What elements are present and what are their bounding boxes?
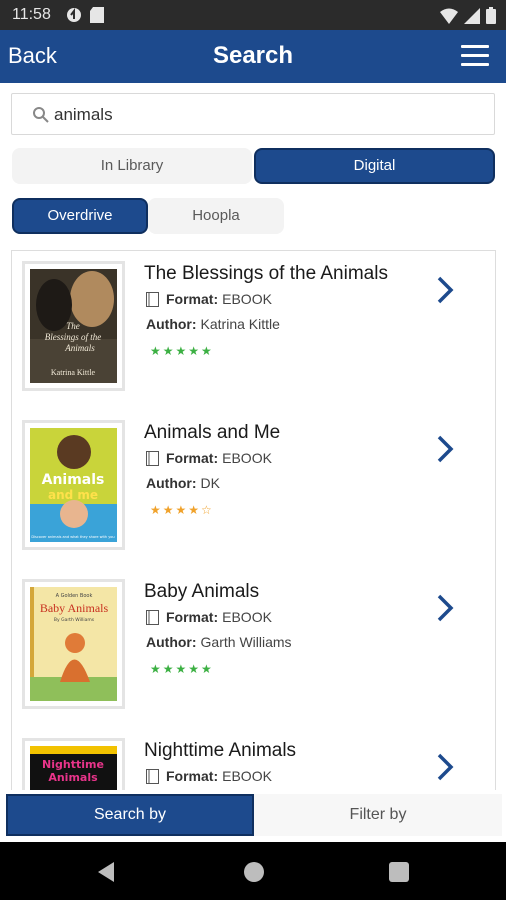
format-value: EBOOK [222, 291, 272, 307]
bottom-tab-bar: Search by Filter by [6, 794, 502, 836]
book-icon [146, 450, 159, 466]
chevron-right-icon[interactable] [434, 752, 456, 782]
list-item[interactable]: Animals and me Discover animals and what… [11, 410, 496, 570]
book-title: Nighttime Animals [144, 740, 297, 761]
hamburger-menu-icon[interactable] [461, 45, 489, 67]
status-time: 11:58 [12, 6, 51, 23]
star-rating: ★★★★★ [150, 344, 214, 358]
filter-by-button[interactable]: Filter by [254, 794, 502, 836]
tab-digital[interactable]: Digital [254, 148, 495, 184]
book-cover: A Golden Book Baby Animals By Garth Will… [22, 579, 125, 709]
book-author: Author: DK [146, 475, 220, 491]
app-bar: Back Search [0, 30, 506, 83]
book-format: Format: EBOOK [146, 291, 272, 307]
sd-card-icon [90, 7, 104, 23]
chevron-right-icon[interactable] [434, 275, 456, 305]
star-rating: ★★★★★ [150, 662, 214, 676]
cover-text: Katrina Kittle [51, 368, 96, 377]
format-value: EBOOK [222, 609, 272, 625]
cover-text: A Golden Book [56, 593, 93, 599]
chevron-right-icon[interactable] [434, 434, 456, 464]
wifi-icon [440, 8, 458, 24]
home-circle-icon[interactable] [244, 862, 264, 882]
sync-icon [67, 8, 81, 22]
book-title: The Blessings of the Animals [144, 263, 388, 284]
book-format: Format: EBOOK [146, 450, 272, 466]
search-input[interactable] [54, 102, 474, 128]
book-icon [146, 768, 159, 784]
star-rating: ★★★★☆ [150, 503, 214, 517]
author-value: Garth Williams [200, 634, 292, 650]
system-nav-bar [0, 842, 506, 900]
author-value: DK [200, 475, 220, 491]
book-format: Format: EBOOK [146, 768, 272, 784]
cover-text: Animals [64, 343, 95, 353]
signal-icon [464, 7, 480, 24]
page-title: Search [212, 42, 294, 69]
battery-icon [486, 7, 496, 24]
cover-text: Animals [42, 472, 105, 488]
cover-text: Blessings of the [45, 332, 102, 342]
back-triangle-icon[interactable] [96, 861, 116, 883]
book-cover: Animals and me Discover animals and what… [22, 420, 125, 550]
search-bar [11, 93, 495, 135]
list-item[interactable]: The Blessings of the Animals Katrina Kit… [11, 251, 496, 411]
cover-text: Discover animals and what they share wit… [31, 535, 114, 539]
list-item[interactable]: Nighttime Animals Nighttime Animals Form… [11, 728, 496, 790]
cover-text: The [66, 321, 80, 331]
cover-text: Nighttime [42, 758, 104, 771]
search-by-button[interactable]: Search by [6, 794, 254, 836]
list-item[interactable]: A Golden Book Baby Animals By Garth Will… [11, 569, 496, 729]
book-author: Author: Garth Williams [146, 634, 292, 650]
book-icon [146, 609, 159, 625]
book-cover: Nighttime Animals [22, 738, 125, 790]
author-value: Katrina Kittle [200, 316, 280, 332]
cover-text: By Garth Williams [54, 617, 95, 623]
book-author: Author: Katrina Kittle [146, 316, 280, 332]
cover-text: Animals [48, 771, 98, 784]
book-cover: The Blessings of the Animals Katrina Kit… [22, 261, 125, 391]
tab-in-library[interactable]: In Library [12, 148, 252, 184]
book-format: Format: EBOOK [146, 609, 272, 625]
book-title: Baby Animals [144, 581, 260, 602]
book-icon [146, 291, 159, 307]
recents-square-icon[interactable] [389, 862, 409, 882]
cover-text: and me [48, 488, 98, 502]
cover-text: Baby Animals [40, 601, 109, 615]
tab-overdrive[interactable]: Overdrive [12, 198, 148, 234]
search-icon [33, 107, 49, 123]
status-bar: 11:58 [0, 0, 506, 30]
results-list: The Blessings of the Animals Katrina Kit… [11, 250, 496, 790]
tab-hoopla[interactable]: Hoopla [148, 198, 284, 234]
format-value: EBOOK [222, 768, 272, 784]
book-title: Animals and Me [144, 422, 281, 443]
chevron-right-icon[interactable] [434, 593, 456, 623]
format-value: EBOOK [222, 450, 272, 466]
